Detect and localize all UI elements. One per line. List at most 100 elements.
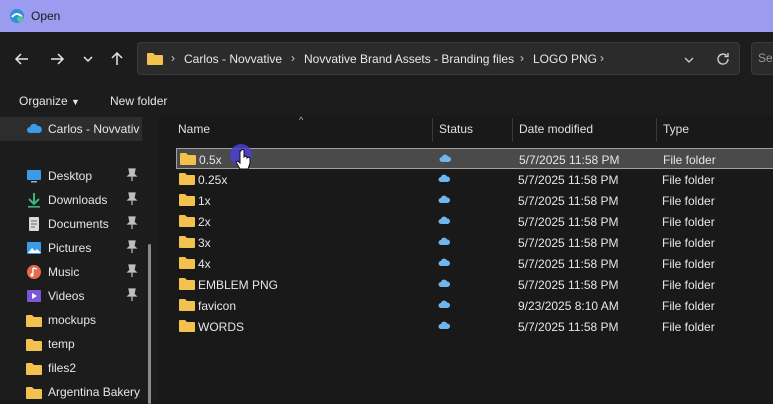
cloud-icon	[27, 123, 42, 133]
pin-icon	[126, 192, 138, 205]
folder-icon	[179, 173, 195, 185]
file-row[interactable]: EMBLEM PNG 5/7/2025 11:58 PM File folder	[176, 274, 773, 295]
desktop-icon	[27, 170, 41, 183]
file-row[interactable]: WORDS 5/7/2025 11:58 PM File folder	[176, 316, 773, 337]
folder-icon	[179, 320, 195, 332]
chevron-down-icon	[83, 56, 93, 63]
forward-button[interactable]	[45, 47, 69, 71]
sidebar-item-videos[interactable]: Videos	[0, 284, 150, 308]
title-bar: Open	[0, 0, 773, 32]
sidebar-item-label: Argentina Bakery	[48, 385, 141, 399]
file-date: 9/23/2025 8:10 AM	[518, 299, 619, 313]
chevron-down-icon[interactable]	[684, 55, 694, 65]
file-type: File folder	[662, 236, 715, 250]
sidebar-scrollbar[interactable]	[148, 244, 151, 404]
chevron-right-icon: ›	[520, 51, 524, 65]
sidebar-item-label: Carlos - Novvativ	[48, 122, 140, 136]
organize-button[interactable]: Organize ▼	[19, 94, 80, 108]
column-header-name[interactable]: Name	[178, 122, 210, 136]
sidebar-item-label: mockups	[48, 313, 97, 327]
folder-icon	[179, 215, 195, 227]
file-name: 0.5x	[199, 153, 222, 167]
sidebar-item-argentina-bakery[interactable]: Argentina Bakery	[0, 380, 150, 404]
address-field[interactable]: › Carlos - Novvative › Novvative Brand A…	[137, 42, 740, 75]
file-row[interactable]: 2x 5/7/2025 11:58 PM File folder	[176, 211, 773, 232]
cloud-status-icon	[438, 237, 450, 245]
column-divider[interactable]	[512, 118, 513, 142]
cloud-status-icon	[438, 174, 450, 182]
chevron-right-icon: ›	[171, 51, 175, 65]
folder-icon	[26, 363, 42, 375]
column-header-status[interactable]: Status	[439, 122, 473, 136]
chevron-right-icon: ›	[600, 51, 604, 65]
file-row[interactable]: 4x 5/7/2025 11:58 PM File folder	[176, 253, 773, 274]
sidebar-item-temp[interactable]: temp	[0, 332, 150, 356]
file-name: WORDS	[198, 320, 244, 334]
file-date: 5/7/2025 11:58 PM	[518, 320, 619, 334]
file-name: 2x	[198, 215, 211, 229]
back-button[interactable]	[10, 47, 34, 71]
folder-icon	[180, 153, 196, 165]
column-divider[interactable]	[432, 118, 433, 142]
folder-icon	[26, 387, 42, 399]
music-icon	[27, 265, 41, 279]
sidebar-item-label: files2	[48, 361, 77, 375]
address-bar-row: › Carlos - Novvative › Novvative Brand A…	[0, 32, 773, 86]
window-title: Open	[31, 9, 61, 23]
arrow-up-icon	[111, 51, 123, 65]
file-type: File folder	[662, 173, 715, 187]
file-type: File folder	[662, 278, 715, 292]
file-name: favicon	[198, 299, 237, 313]
app-icon	[10, 9, 24, 23]
pin-icon	[126, 168, 138, 181]
file-row[interactable]: 0.5x 5/7/2025 11:58 PM File folder	[176, 148, 773, 169]
sidebar-item-label: Pictures	[48, 241, 92, 255]
sidebar-item-files2[interactable]: files2	[0, 356, 150, 380]
file-row[interactable]: 3x 5/7/2025 11:58 PM File folder	[176, 232, 773, 253]
documents-icon	[29, 217, 39, 231]
recent-locations-button[interactable]	[76, 47, 100, 71]
cloud-status-icon	[439, 154, 451, 162]
column-divider[interactable]	[656, 118, 657, 142]
refresh-icon[interactable]	[716, 52, 730, 66]
file-type: File folder	[663, 153, 716, 167]
file-name: EMBLEM PNG	[198, 278, 279, 292]
column-header-date-modified[interactable]: Date modified	[519, 122, 593, 136]
file-name: 3x	[198, 236, 211, 250]
chevron-right-icon: ›	[291, 51, 295, 65]
folder-icon	[26, 339, 42, 351]
pin-icon	[126, 216, 138, 229]
new-folder-button[interactable]: New folder	[110, 94, 167, 108]
breadcrumb-brand-assets[interactable]: Novvative Brand Assets - Branding files	[304, 52, 514, 66]
sidebar-item-mockups[interactable]: mockups	[0, 308, 150, 332]
sidebar-item-documents[interactable]: Documents	[0, 212, 150, 236]
sidebar-item-pictures[interactable]: Pictures	[0, 236, 150, 260]
sidebar-item-desktop[interactable]: Desktop	[0, 164, 150, 188]
sidebar-item-downloads[interactable]: Downloads	[0, 188, 150, 212]
sidebar-item-onedrive[interactable]: Carlos - Novvativ	[0, 117, 142, 141]
sidebar-item-label: Desktop	[48, 169, 93, 183]
file-row[interactable]: 0.25x 5/7/2025 11:58 PM File folder	[176, 169, 773, 190]
cloud-status-icon	[438, 300, 450, 308]
file-row[interactable]: 1x 5/7/2025 11:58 PM File folder	[176, 190, 773, 211]
file-type: File folder	[662, 194, 715, 208]
organize-label: Organize	[19, 94, 68, 108]
folder-icon	[179, 194, 195, 206]
sidebar-item-music[interactable]: Music	[0, 260, 150, 284]
file-name: 1x	[198, 194, 211, 208]
file-type: File folder	[662, 257, 715, 271]
sidebar-item-label: Videos	[48, 289, 85, 303]
file-date: 5/7/2025 11:58 PM	[519, 153, 620, 167]
pin-icon	[126, 264, 138, 277]
search-input[interactable]: Se	[751, 42, 773, 75]
cloud-status-icon	[438, 258, 450, 266]
column-header-type[interactable]: Type	[663, 122, 689, 136]
up-button[interactable]	[105, 47, 129, 71]
file-date: 5/7/2025 11:58 PM	[518, 215, 619, 229]
download-icon	[28, 193, 40, 208]
file-row[interactable]: favicon 9/23/2025 8:10 AM File folder	[176, 295, 773, 316]
file-name: 0.25x	[198, 173, 228, 187]
breadcrumb-logo-png[interactable]: LOGO PNG	[533, 52, 597, 66]
search-placeholder: Se	[758, 51, 773, 65]
breadcrumb-onedrive[interactable]: Carlos - Novvative	[184, 52, 282, 66]
